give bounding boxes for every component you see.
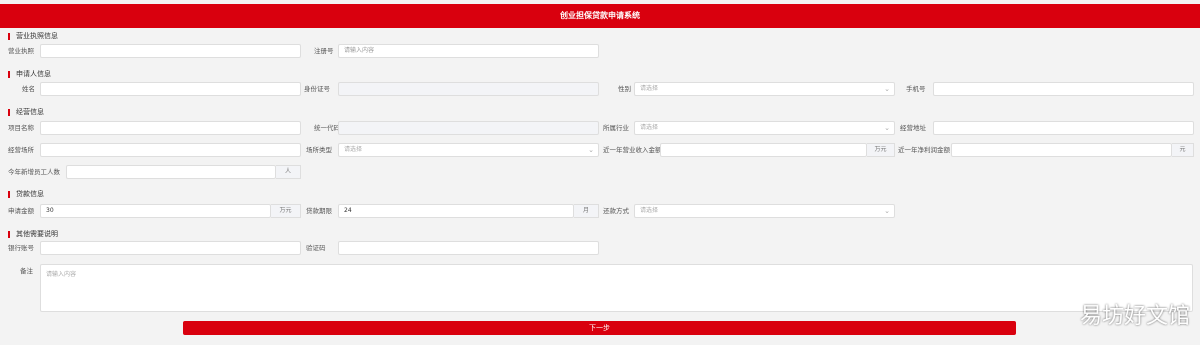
code-label: 验证码 bbox=[306, 244, 326, 252]
section-title: 营业执照信息 bbox=[16, 32, 58, 40]
amount-input[interactable]: 30 bbox=[40, 204, 271, 218]
page-header: 创业担保贷款申请系统 bbox=[0, 4, 1200, 28]
reg-input[interactable]: 请输入内容 bbox=[338, 44, 599, 58]
license-label: 营业执照 bbox=[8, 47, 34, 55]
gender-label: 性别 bbox=[618, 85, 631, 93]
industry-select[interactable]: 请选择 ⌄ bbox=[634, 121, 895, 135]
gender-placeholder: 请选择 bbox=[640, 85, 659, 92]
bank-label: 银行账号 bbox=[8, 244, 34, 252]
section-marker bbox=[8, 230, 10, 238]
staff-label: 今年新增员工人数 bbox=[8, 168, 60, 176]
bank-input[interactable] bbox=[40, 241, 301, 255]
repay-select[interactable]: 请选择 ⌄ bbox=[634, 204, 895, 218]
credit-input[interactable] bbox=[338, 121, 599, 135]
staff-input[interactable] bbox=[66, 165, 276, 179]
name-input[interactable] bbox=[40, 82, 301, 96]
section-other: 其他需要说明 bbox=[8, 229, 58, 239]
address-label: 经营地址 bbox=[900, 124, 926, 132]
income-input[interactable] bbox=[660, 143, 867, 157]
chevron-down-icon: ⌄ bbox=[588, 146, 594, 154]
phone-label: 手机号 bbox=[906, 85, 926, 93]
term-suffix: 月 bbox=[574, 204, 599, 218]
income-label: 近一年营业收入金额 bbox=[603, 146, 662, 154]
profit-input[interactable] bbox=[951, 143, 1172, 157]
code-input[interactable] bbox=[338, 241, 599, 255]
repay-placeholder: 请选择 bbox=[640, 207, 659, 214]
chevron-down-icon: ⌄ bbox=[884, 85, 890, 93]
reg-label: 注册号 bbox=[314, 47, 334, 55]
section-title: 贷款信息 bbox=[16, 190, 44, 198]
industry-placeholder: 请选择 bbox=[640, 124, 659, 131]
section-business: 经营信息 bbox=[8, 107, 44, 117]
section-applicant: 申请人信息 bbox=[8, 69, 51, 79]
industry-label: 所属行业 bbox=[603, 124, 629, 132]
type-select[interactable]: 请选择 ⌄ bbox=[338, 143, 599, 157]
type-label: 场所类型 bbox=[306, 146, 332, 154]
idcard-input[interactable] bbox=[338, 82, 599, 96]
amount-suffix: 万元 bbox=[271, 204, 301, 218]
place-input[interactable] bbox=[40, 143, 301, 157]
section-license: 营业执照信息 bbox=[8, 31, 58, 41]
watermark: 易坊好文馆 bbox=[1079, 304, 1190, 329]
chevron-down-icon: ⌄ bbox=[884, 207, 890, 215]
profit-label: 近一年净利润金额 bbox=[898, 146, 950, 154]
next-button[interactable]: 下一步 bbox=[183, 321, 1016, 335]
project-label: 项目名称 bbox=[8, 124, 34, 132]
section-marker bbox=[8, 70, 10, 78]
credit-label: 统一代码 bbox=[314, 124, 340, 132]
project-input[interactable] bbox=[40, 121, 301, 135]
note-label: 备注 bbox=[20, 267, 33, 275]
address-input[interactable] bbox=[933, 121, 1194, 135]
idcard-label: 身份证号 bbox=[304, 85, 330, 93]
section-title: 申请人信息 bbox=[16, 70, 51, 78]
income-suffix: 万元 bbox=[867, 143, 895, 157]
term-label: 贷款期限 bbox=[306, 207, 332, 215]
section-marker bbox=[8, 190, 10, 198]
phone-input[interactable] bbox=[933, 82, 1194, 96]
section-marker bbox=[8, 32, 10, 40]
repay-label: 还款方式 bbox=[603, 207, 629, 215]
profit-suffix: 元 bbox=[1172, 143, 1194, 157]
name-label: 姓名 bbox=[22, 85, 35, 93]
section-loan: 贷款信息 bbox=[8, 189, 44, 199]
section-title: 其他需要说明 bbox=[16, 230, 58, 238]
staff-suffix: 人 bbox=[276, 165, 301, 179]
gender-select[interactable]: 请选择 ⌄ bbox=[634, 82, 895, 96]
section-title: 经营信息 bbox=[16, 108, 44, 116]
term-input[interactable]: 24 bbox=[338, 204, 574, 218]
license-input[interactable] bbox=[40, 44, 301, 58]
note-textarea[interactable]: 请输入内容 bbox=[40, 264, 1193, 312]
amount-label: 申请金额 bbox=[8, 207, 34, 215]
chevron-down-icon: ⌄ bbox=[884, 124, 890, 132]
type-placeholder: 请选择 bbox=[344, 146, 363, 153]
place-label: 经营场所 bbox=[8, 146, 34, 154]
section-marker bbox=[8, 108, 10, 116]
